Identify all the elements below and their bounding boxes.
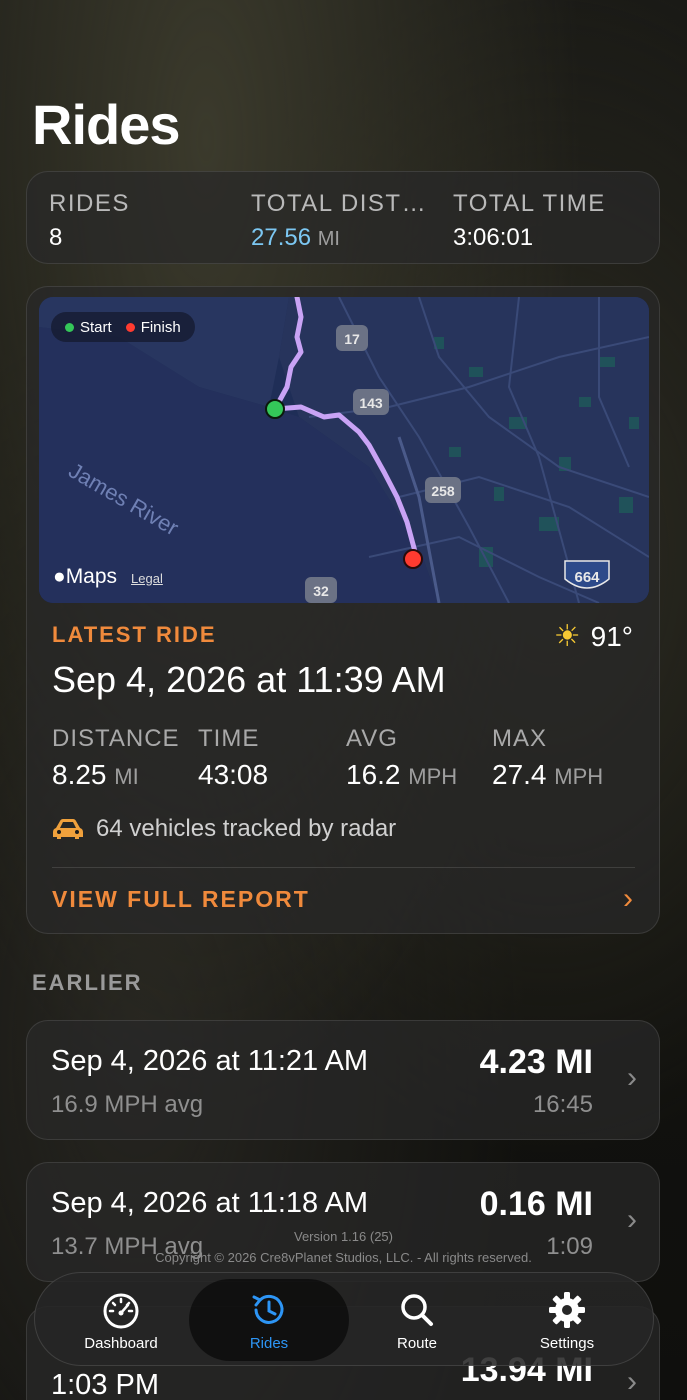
- card-divider: [52, 867, 635, 868]
- maps-brand: Maps: [65, 565, 118, 588]
- distance-value-wrap: 8.25 MI: [52, 759, 180, 791]
- time-value: 43:08: [198, 759, 269, 790]
- total-distance-label: TOTAL DIST…: [251, 190, 428, 217]
- copyright: Copyright © 2026 Cre8vPlanet Studios, LL…: [155, 1250, 532, 1265]
- total-time-value: 3:06:01: [453, 224, 534, 251]
- tab-dashboard[interactable]: Dashboard: [41, 1279, 201, 1361]
- max-label: MAX: [492, 725, 548, 752]
- ride-duration: 16:45: [532, 1091, 593, 1118]
- total-distance-stat: TOTAL DIST… 27.56 MI: [251, 190, 427, 252]
- latest-ride-date: Sep 4, 2026 at 11:39 AM: [52, 659, 446, 700]
- legend-start-label: Start: [80, 318, 112, 336]
- time-metric: TIME 43:08: [198, 725, 268, 791]
- tab-bar: Dashboard Rides Route Settings: [34, 1272, 654, 1366]
- tab-dashboard-label: Dashboard: [84, 1334, 158, 1352]
- svg-text:258: 258: [431, 483, 455, 499]
- total-distance-value: 27.56: [251, 224, 312, 251]
- legend-finish-label: Finish: [140, 318, 181, 336]
- view-full-report-button[interactable]: VIEW FULL REPORT ›: [52, 882, 635, 915]
- total-distance-value-wrap: 27.56 MI: [251, 224, 427, 252]
- app-version: Version 1.16 (25): [293, 1229, 393, 1244]
- svg-text:17: 17: [344, 331, 360, 347]
- apple-maps-logo: ●Maps: [53, 565, 117, 589]
- max-value: 27.4: [492, 759, 547, 790]
- ride-date: 1:03 PM: [51, 1369, 159, 1400]
- tab-settings[interactable]: Settings: [487, 1279, 647, 1361]
- earlier-section-title: EARLIER: [32, 970, 143, 995]
- chevron-right-icon: ›: [627, 1061, 637, 1094]
- view-full-report-label: VIEW FULL REPORT: [52, 885, 310, 912]
- history-icon: [252, 1294, 284, 1324]
- ride-summary-card: RIDES 8 TOTAL DIST… 27.56 MI TOTAL TIME …: [26, 171, 660, 264]
- map-legend: Start Finish: [51, 312, 195, 342]
- sun-icon: ☀: [553, 620, 581, 653]
- latest-ride-label: LATEST RIDE: [52, 622, 217, 647]
- avg-label: AVG: [346, 725, 398, 752]
- max-value-wrap: 27.4 MPH: [492, 759, 603, 791]
- chevron-right-icon: ›: [623, 882, 635, 915]
- route-map[interactable]: 17 143 258 32 664 James River Start Fini…: [39, 297, 649, 603]
- ride-distance: 4.23 MI: [479, 1043, 593, 1081]
- page-title: Rides: [32, 93, 180, 156]
- max-unit: MPH: [554, 764, 604, 789]
- maps-attribution: ●Maps Legal: [53, 565, 163, 589]
- ride-date: Sep 4, 2026 at 11:21 AM: [51, 1045, 369, 1077]
- map-canvas: 17 143 258 32 664 James River: [39, 297, 649, 603]
- tab-route[interactable]: Route: [337, 1279, 497, 1361]
- rides-count-stat: RIDES 8: [49, 190, 130, 252]
- temperature: 91°: [590, 620, 633, 652]
- start-dot-icon: [65, 322, 74, 332]
- max-metric: MAX 27.4 MPH: [492, 725, 603, 791]
- rides-count-label: RIDES: [49, 190, 130, 217]
- avg-value: 16.2: [346, 759, 401, 790]
- distance-label: DISTANCE: [52, 725, 180, 752]
- ride-list-item[interactable]: Sep 4, 2026 at 11:21 AM 16.9 MPH avg 4.2…: [26, 1020, 660, 1140]
- avg-metric: AVG 16.2 MPH: [346, 725, 457, 791]
- time-label: TIME: [198, 725, 260, 752]
- legal-link[interactable]: Legal: [131, 571, 163, 586]
- avg-value-wrap: 16.2 MPH: [346, 759, 457, 791]
- finish-marker: [403, 549, 423, 569]
- tab-settings-label: Settings: [539, 1334, 595, 1352]
- chevron-right-icon: ›: [627, 1365, 637, 1398]
- gear-icon: [549, 1291, 585, 1328]
- speedometer-icon: [103, 1293, 139, 1328]
- latest-ride-card[interactable]: 17 143 258 32 664 James River Start Fini…: [26, 286, 660, 934]
- radar-summary: 64 vehicles tracked by radar: [52, 815, 396, 843]
- apple-icon: ●: [53, 565, 66, 588]
- legend-start: Start: [65, 319, 112, 336]
- total-time-label: TOTAL TIME: [453, 190, 606, 217]
- total-time-stat: TOTAL TIME 3:06:01: [453, 190, 606, 252]
- radar-text: 64 vehicles tracked by radar: [96, 815, 397, 842]
- distance-metric: DISTANCE 8.25 MI: [52, 725, 180, 791]
- ride-avg-speed: 16.9 MPH avg: [51, 1091, 204, 1118]
- legend-finish: Finish: [125, 318, 181, 336]
- tab-route-label: Route: [396, 1334, 438, 1352]
- distance-unit: MI: [114, 764, 139, 789]
- rides-count-value: 8: [49, 224, 63, 251]
- avg-unit: MPH: [408, 764, 458, 789]
- tab-rides[interactable]: Rides: [189, 1279, 349, 1361]
- finish-dot-icon: [125, 322, 135, 332]
- weather: ☀ 91°: [554, 619, 633, 654]
- ride-distance: 0.16 MI: [479, 1185, 593, 1223]
- svg-text:32: 32: [313, 583, 329, 599]
- start-marker: [265, 399, 285, 419]
- svg-text:664: 664: [574, 569, 600, 586]
- distance-value: 8.25: [52, 759, 107, 790]
- search-icon: [401, 1293, 433, 1326]
- ride-date: Sep 4, 2026 at 11:18 AM: [51, 1187, 369, 1219]
- tab-rides-label: Rides: [249, 1334, 289, 1352]
- car-icon: [53, 819, 83, 839]
- total-distance-unit: MI: [317, 228, 340, 250]
- svg-text:143: 143: [359, 395, 383, 411]
